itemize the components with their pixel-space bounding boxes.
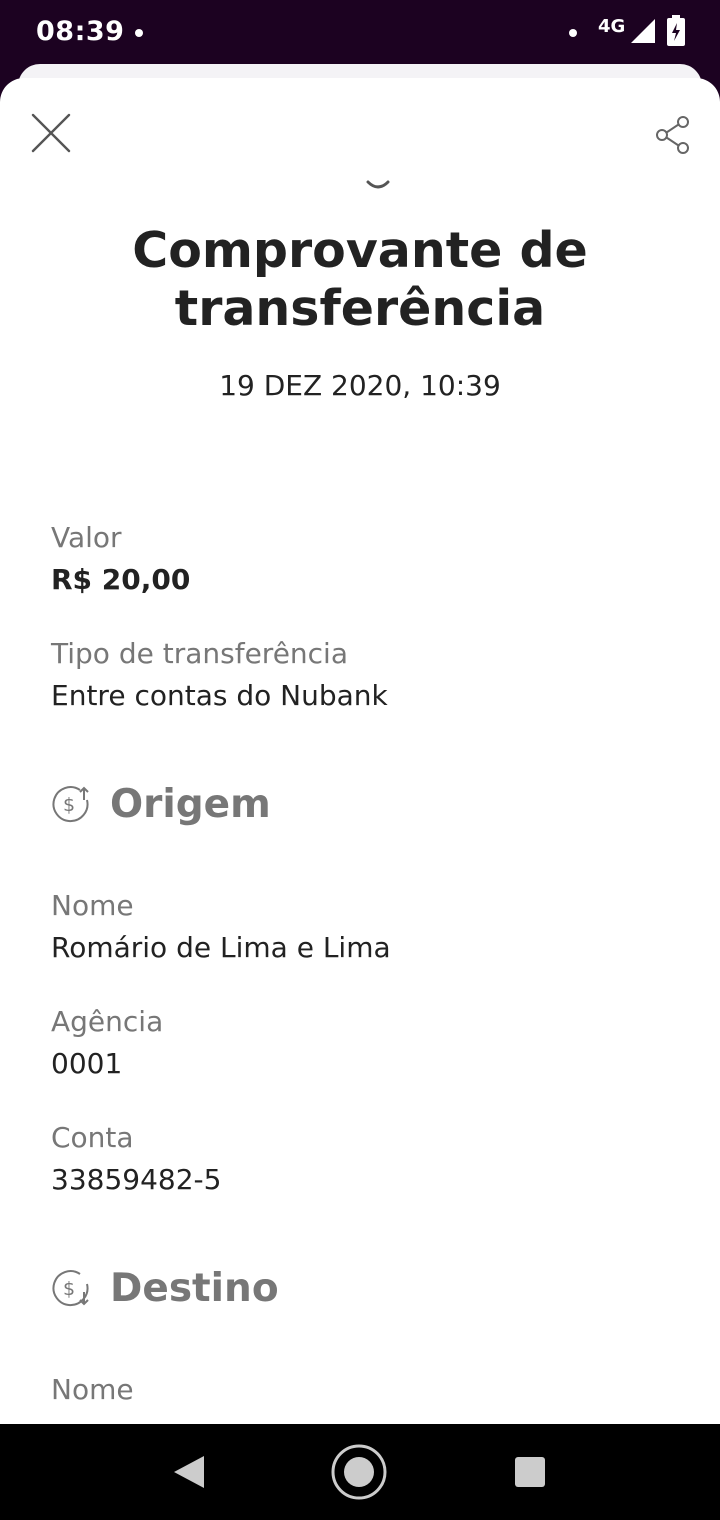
navigation-bar <box>0 1424 720 1520</box>
origin-account-label: Conta <box>51 1121 134 1154</box>
recents-square-icon[interactable] <box>514 1456 546 1488</box>
amount-value: R$ 20,00 <box>51 563 191 596</box>
notification-dot-icon <box>569 29 577 37</box>
share-button[interactable] <box>650 112 696 158</box>
svg-text:$: $ <box>63 794 75 816</box>
origin-name-label: Nome <box>51 889 134 922</box>
origin-title: Origem <box>110 781 271 827</box>
origin-branch-value: 0001 <box>51 1047 123 1080</box>
network-type: 4G <box>598 16 626 37</box>
transfer-type-value: Entre contas do Nubank <box>51 679 388 712</box>
origin-name-value: Romário de Lima e Lima <box>51 931 391 964</box>
share-icon <box>656 116 689 154</box>
destination-title: Destino <box>110 1265 279 1311</box>
back-triangle-icon[interactable] <box>172 1454 206 1490</box>
battery-icon <box>667 15 685 46</box>
status-time: 08:39 <box>36 16 125 47</box>
transfer-type-label: Tipo de transferência <box>51 637 348 670</box>
destination-name-label: Nome <box>51 1373 134 1406</box>
close-button[interactable] <box>26 108 76 158</box>
nubank-logo-icon <box>366 180 390 189</box>
dollar-down-arrow-icon: $ <box>52 1270 89 1307</box>
signal-icon <box>631 19 655 43</box>
origin-branch-label: Agência <box>51 1005 164 1038</box>
destination-heading: $ Destino <box>50 1264 279 1312</box>
close-icon <box>31 113 71 153</box>
origin-heading: $ Origem <box>50 780 271 828</box>
receipt-date: 19 DEZ 2020, 10:39 <box>219 369 501 402</box>
page-title: Comprovante de transferência <box>132 222 588 337</box>
svg-text:$: $ <box>63 1278 75 1300</box>
notification-dot-icon <box>135 29 143 37</box>
dollar-up-arrow-icon: $ <box>52 786 89 823</box>
home-circle-icon[interactable] <box>330 1443 388 1501</box>
amount-label: Valor <box>51 521 122 554</box>
status-bar: 08:39 4G <box>0 0 720 70</box>
origin-account-value: 33859482-5 <box>51 1163 222 1196</box>
